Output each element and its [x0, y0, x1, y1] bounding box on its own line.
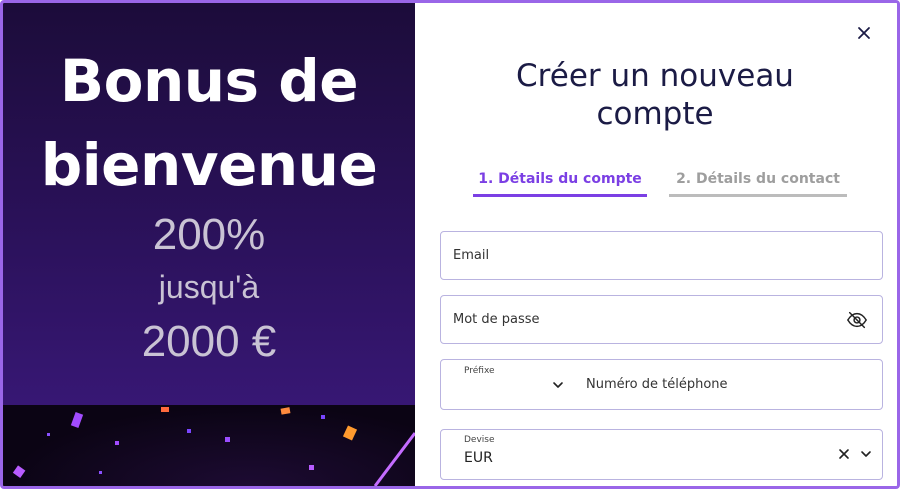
- light-streak: [373, 432, 415, 486]
- eye-off-icon[interactable]: [846, 309, 868, 331]
- bonus-percent: 200%: [152, 210, 266, 260]
- confetti-piece: [12, 465, 26, 478]
- welcome-bonus-banner: Bonus de bienvenue 200% jusqu'à 2000 €: [3, 3, 415, 486]
- phone-number-input[interactable]: Numéro de téléphone: [586, 377, 728, 392]
- email-field[interactable]: Email: [440, 231, 883, 280]
- confetti-piece: [321, 415, 325, 419]
- confetti-piece: [161, 407, 169, 412]
- close-button[interactable]: [852, 21, 876, 45]
- tab-account-details[interactable]: 1. Détails du compte: [473, 171, 647, 197]
- close-icon: [858, 27, 870, 39]
- password-field[interactable]: Mot de passe: [440, 295, 883, 344]
- bonus-title-line-2: bienvenue: [40, 131, 378, 200]
- bonus-amount: 2000 €: [141, 317, 277, 367]
- confetti-piece: [99, 471, 102, 474]
- tab-contact-details[interactable]: 2. Détails du contact: [669, 171, 847, 197]
- bonus-text: Bonus de bienvenue 200% jusqu'à 2000 €: [3, 39, 415, 369]
- chevron-down-icon[interactable]: [551, 378, 565, 392]
- chevron-down-icon[interactable]: [859, 447, 873, 461]
- confetti-piece: [280, 407, 291, 415]
- confetti-piece: [342, 425, 358, 441]
- confetti-piece: [115, 441, 119, 445]
- form-title: Créer un nouveau compte: [516, 58, 794, 132]
- confetti-piece: [70, 412, 84, 428]
- bonus-upto: jusqu'à: [158, 268, 260, 305]
- currency-select[interactable]: Devise EUR: [440, 429, 883, 480]
- bonus-title-line-1: Bonus de: [59, 47, 359, 115]
- currency-label: Devise: [464, 435, 495, 445]
- confetti-piece: [225, 437, 230, 442]
- prefix-label: Préfixe: [464, 366, 495, 376]
- signup-form-panel: Créer un nouveau compte 1. Détails du co…: [415, 3, 897, 486]
- email-placeholder: Email: [453, 248, 490, 263]
- signup-modal: Bonus de bienvenue 200% jusqu'à 2000 € C…: [0, 0, 900, 489]
- currency-value: EUR: [464, 450, 493, 466]
- confetti-graphic: [12, 407, 415, 486]
- clear-icon[interactable]: [837, 447, 851, 461]
- confetti-piece: [47, 433, 50, 436]
- confetti-decoration: [3, 405, 415, 486]
- confetti-piece: [187, 429, 191, 433]
- phone-field: Préfixe Numéro de téléphone: [440, 359, 883, 410]
- confetti-piece: [309, 465, 314, 470]
- password-placeholder: Mot de passe: [453, 312, 540, 327]
